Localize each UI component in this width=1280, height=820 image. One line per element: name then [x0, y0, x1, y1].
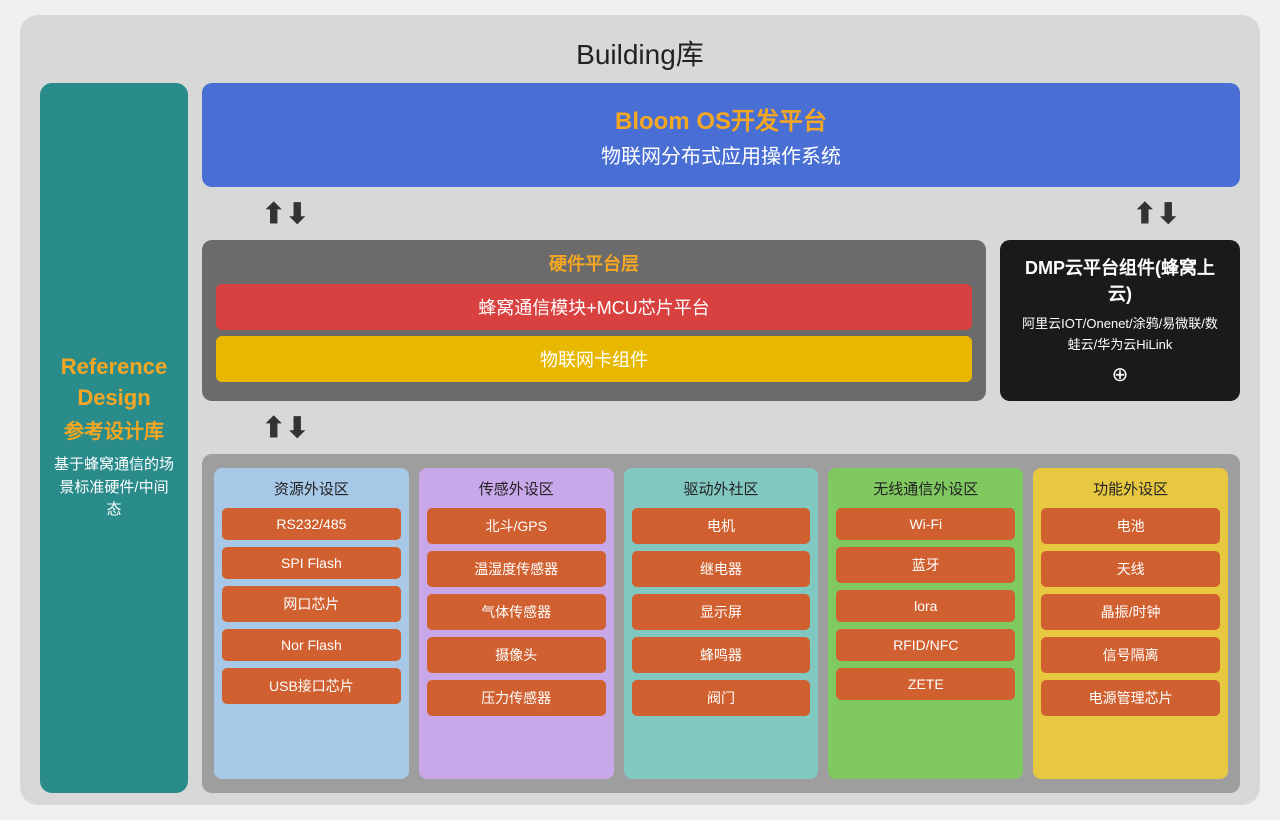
hardware-platform: 硬件平台层 蜂窝通信模块+MCU芯片平台 物联网卡组件: [202, 240, 986, 401]
peripheral-item-3-2[interactable]: lora: [836, 590, 1015, 622]
main-container: Building库 Reference Design 参考设计库 基于蜂窝通信的…: [20, 15, 1260, 805]
main-layout: Reference Design 参考设计库 基于蜂窝通信的场景标准硬件/中间态…: [40, 83, 1240, 793]
peripheral-col-4: 功能外设区电池天线晶振/时钟信号隔离电源管理芯片: [1033, 468, 1228, 779]
peripheral-item-2-3[interactable]: 蜂鸣器: [632, 637, 811, 673]
peripheral-item-0-3[interactable]: Nor Flash: [222, 629, 401, 661]
peripheral-item-4-3[interactable]: 信号隔离: [1041, 637, 1220, 673]
col-title-0: 资源外设区: [222, 478, 401, 499]
peripheral-item-3-3[interactable]: RFID/NFC: [836, 629, 1015, 661]
os-platform: Bloom OS开发平台 物联网分布式应用操作系统: [202, 83, 1240, 187]
sidebar-title-cn: 参考设计库: [64, 415, 164, 444]
col-title-1: 传感外设区: [427, 478, 606, 499]
left-sidebar: Reference Design 参考设计库 基于蜂窝通信的场景标准硬件/中间态: [40, 83, 188, 793]
peripheral-col-1: 传感外设区北斗/GPS 温湿度传感器气体传感器摄像头压力传感器: [419, 468, 614, 779]
peripheral-item-0-1[interactable]: SPI Flash: [222, 547, 401, 579]
dmp-title: DMP云平台组件(蜂窝上云): [1016, 254, 1224, 306]
peripheral-item-2-2[interactable]: 显示屏: [632, 594, 811, 630]
col-title-4: 功能外设区: [1041, 478, 1220, 499]
peripheral-item-3-1[interactable]: 蓝牙: [836, 547, 1015, 583]
peripheral-item-1-0[interactable]: 北斗/GPS: [427, 508, 606, 544]
peripheral-item-4-2[interactable]: 晶振/时钟: [1041, 594, 1220, 630]
dmp-cloud: DMP云平台组件(蜂窝上云) 阿里云IOT/Onenet/涂鸦/易微联/数蛙云/…: [1000, 240, 1240, 401]
peripheral-item-2-1[interactable]: 继电器: [632, 551, 811, 587]
arrow-row-2: ⬆⬇: [202, 411, 1240, 444]
peripheral-item-1-3[interactable]: 摄像头: [427, 637, 606, 673]
middle-section: 硬件平台层 蜂窝通信模块+MCU芯片平台 物联网卡组件 DMP云平台组件(蜂窝上…: [202, 240, 1240, 401]
building-title: Building库: [40, 33, 1240, 73]
peripheral-item-1-2[interactable]: 气体传感器: [427, 594, 606, 630]
peripheral-item-0-4[interactable]: USB接口芯片: [222, 668, 401, 704]
dmp-plus: ⊕: [1112, 362, 1129, 387]
peripheral-item-2-0[interactable]: 电机: [632, 508, 811, 544]
peripheral-col-0: 资源外设区 RS232/485 SPI Flash 网口芯片 Nor Flash USB接…: [214, 468, 409, 779]
peripheral-item-1-1[interactable]: 温湿度传感器: [427, 551, 606, 587]
os-platform-subtitle: 物联网分布式应用操作系统: [222, 140, 1220, 169]
peripheral-item-4-1[interactable]: 天线: [1041, 551, 1220, 587]
sidebar-desc: 基于蜂窝通信的场景标准硬件/中间态: [54, 454, 174, 522]
hw-layer-yellow: 物联网卡组件: [216, 336, 972, 382]
dmp-desc: 阿里云IOT/Onenet/涂鸦/易微联/数蛙云/华为云HiLink: [1016, 314, 1224, 356]
sidebar-title-en-line2: Design: [77, 385, 150, 411]
arrow-row-1: ⬆⬇ ⬆⬇: [202, 197, 1240, 230]
peripheral-item-3-0[interactable]: Wi-Fi: [836, 508, 1015, 540]
right-main: Bloom OS开发平台 物联网分布式应用操作系统 ⬆⬇ ⬆⬇ 硬件平台层 蜂窝…: [202, 83, 1240, 793]
peripheral-item-0-2[interactable]: 网口芯片: [222, 586, 401, 622]
arrow-down-center: ⬆⬇: [262, 411, 309, 444]
peripheral-item-4-4[interactable]: 电源管理芯片: [1041, 680, 1220, 716]
col-title-2: 驱动外社区: [632, 478, 811, 499]
peripheral-item-0-0[interactable]: RS232/485: [222, 508, 401, 540]
peripheral-item-4-0[interactable]: 电池: [1041, 508, 1220, 544]
arrow-down-left: ⬆⬇: [262, 197, 309, 230]
peripherals-section: 资源外设区 RS232/485 SPI Flash 网口芯片 Nor Flash USB接…: [202, 454, 1240, 793]
sidebar-title-en-line1: Reference: [61, 354, 167, 380]
peripheral-item-1-4[interactable]: 压力传感器: [427, 680, 606, 716]
peripherals-grid: 资源外设区 RS232/485 SPI Flash 网口芯片 Nor Flash USB接…: [214, 468, 1228, 779]
peripheral-item-3-4[interactable]: ZETE: [836, 668, 1015, 700]
peripheral-item-2-4[interactable]: 阀门: [632, 680, 811, 716]
hw-layer-red: 蜂窝通信模块+MCU芯片平台: [216, 284, 972, 330]
os-platform-title: Bloom OS开发平台: [222, 101, 1220, 136]
arrow-down-right: ⬆⬇: [1133, 197, 1180, 230]
hardware-platform-title: 硬件平台层: [216, 250, 972, 276]
peripheral-col-3: 无线通信外设区 Wi-Fi 蓝牙 lora RFID/NFC ZETE: [828, 468, 1023, 779]
peripheral-col-2: 驱动外社区电机继电器显示屏蜂鸣器阀门: [624, 468, 819, 779]
col-title-3: 无线通信外设区: [836, 478, 1015, 499]
